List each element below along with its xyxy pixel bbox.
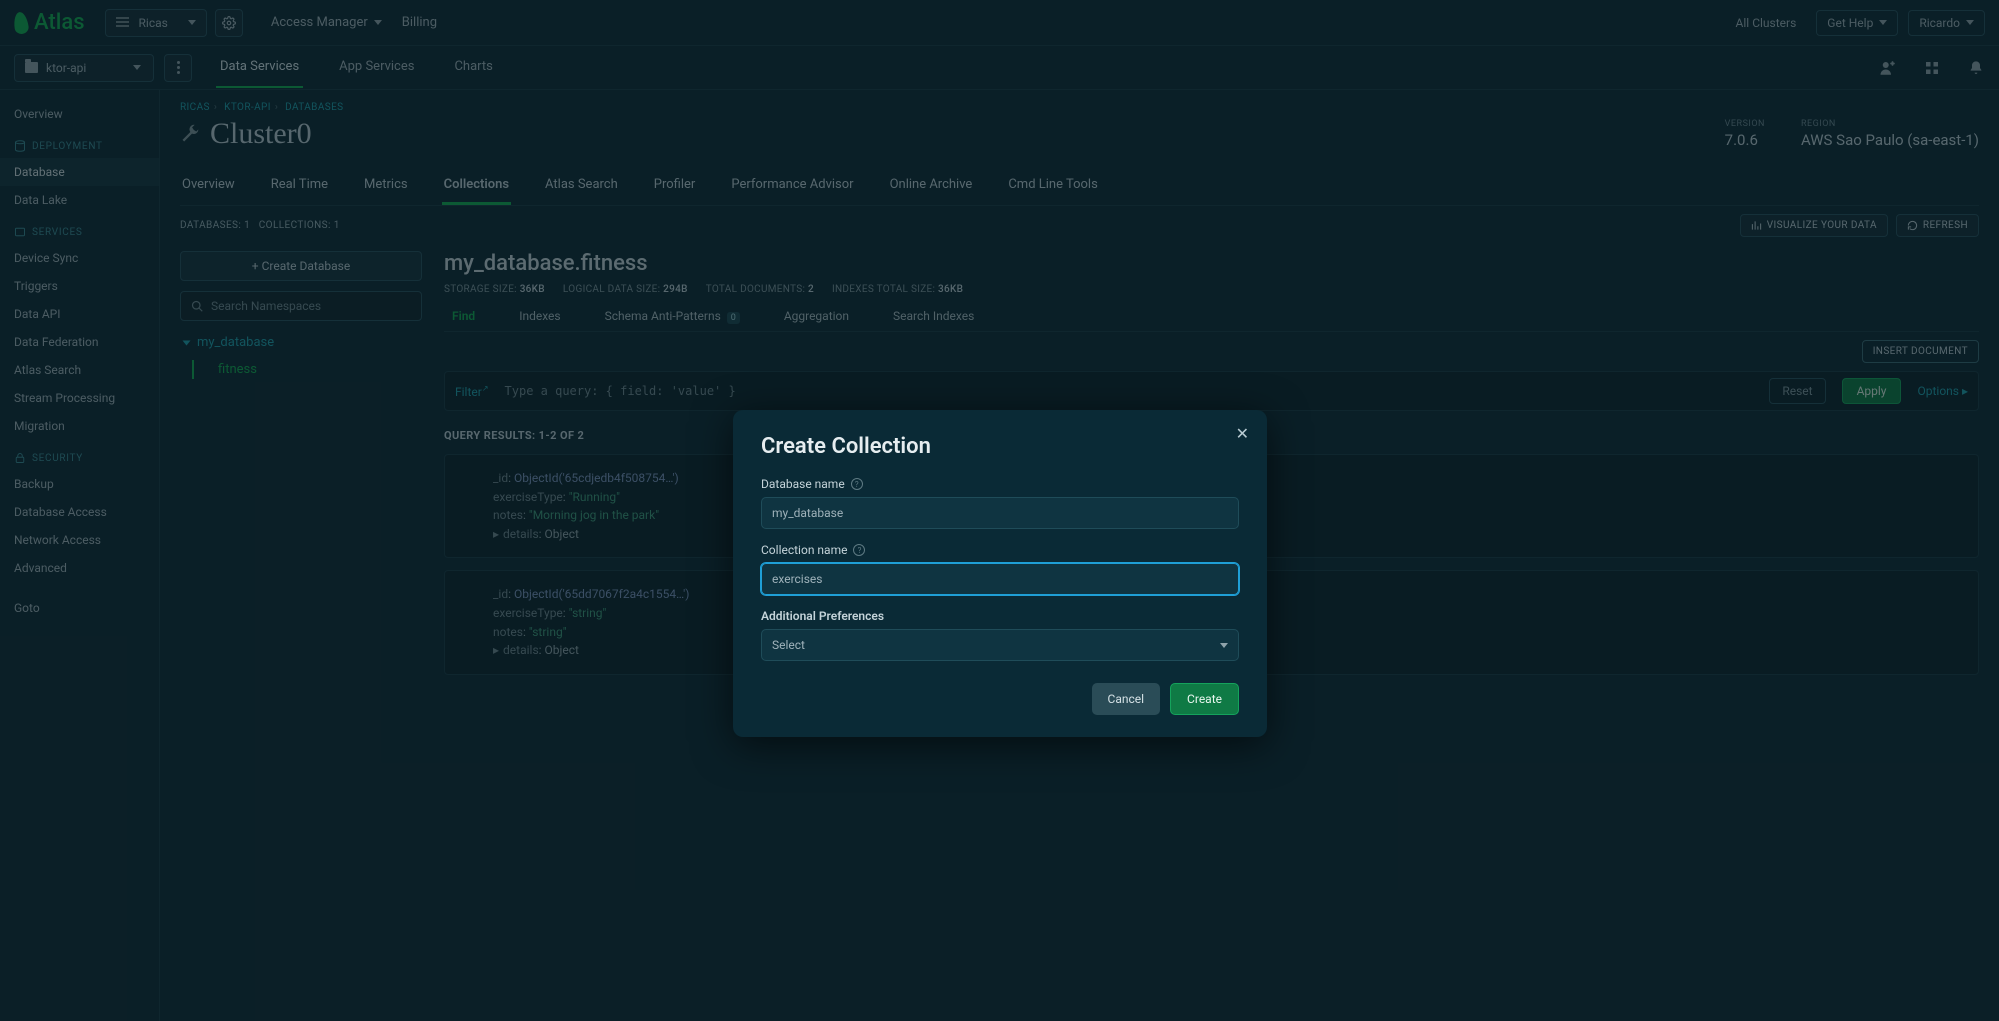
- create-collection-modal: ✕ Create Collection Database name ? Coll…: [733, 410, 1267, 737]
- additional-preferences-select[interactable]: Select: [761, 629, 1239, 661]
- preference-selected: Select: [772, 638, 805, 652]
- database-name-label: Database name ?: [761, 477, 1239, 491]
- cancel-button[interactable]: Cancel: [1092, 683, 1161, 715]
- database-name-input[interactable]: [761, 497, 1239, 529]
- create-button[interactable]: Create: [1170, 683, 1239, 715]
- help-icon[interactable]: ?: [853, 544, 865, 556]
- collection-name-label: Collection name ?: [761, 543, 1239, 557]
- modal-title: Create Collection: [761, 434, 1239, 459]
- additional-preferences-label: Additional Preferences: [761, 609, 1239, 623]
- collection-name-input[interactable]: [761, 563, 1239, 595]
- chevron-down-icon: [1220, 643, 1228, 648]
- help-icon[interactable]: ?: [851, 478, 863, 490]
- close-modal-button[interactable]: ✕: [1236, 424, 1249, 443]
